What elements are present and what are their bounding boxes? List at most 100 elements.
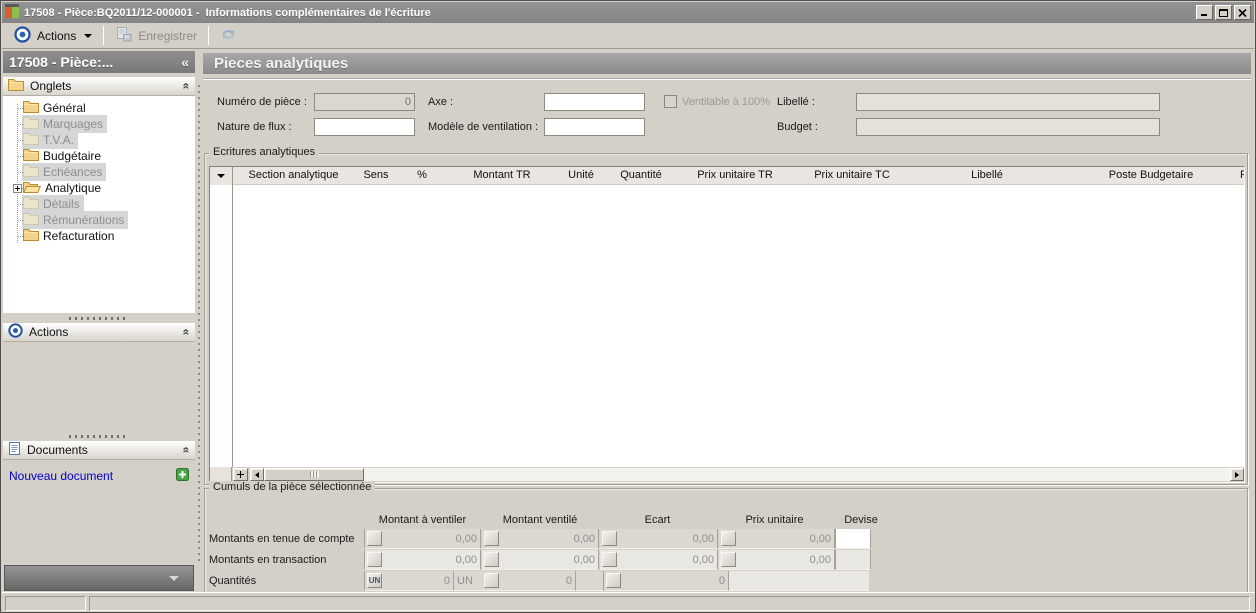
cell-value: 0,00 xyxy=(574,550,595,570)
sidebar-item-general[interactable]: Général xyxy=(3,100,195,116)
actions-menu-button[interactable]: Actions xyxy=(8,24,98,48)
save-icon xyxy=(115,26,132,45)
scroll-left-button[interactable] xyxy=(250,468,264,481)
cell-options-button[interactable] xyxy=(721,531,736,546)
cell-options-button[interactable] xyxy=(602,552,617,567)
cumuls-cell: 0,00 xyxy=(600,529,718,549)
bullseye-icon xyxy=(14,26,31,46)
nature-input[interactable] xyxy=(314,118,415,136)
column-header-prix-unitaire-tc[interactable]: Prix unitaire TC xyxy=(792,167,912,185)
table-selector-button[interactable] xyxy=(210,167,232,185)
cell-options-button[interactable] xyxy=(606,573,621,588)
documents-panel-body: Nouveau document xyxy=(3,467,195,485)
table-gutter-separator xyxy=(232,167,233,467)
toolbar-separator xyxy=(103,26,104,45)
folder-icon xyxy=(23,132,39,148)
budget-input xyxy=(856,118,1160,136)
cumuls-cell: 0,00 xyxy=(364,529,481,549)
toolbar-separator xyxy=(208,26,209,45)
cell-options-button[interactable]: UN xyxy=(367,573,382,588)
cell-options-button[interactable] xyxy=(484,552,499,567)
devise-cell[interactable] xyxy=(835,529,871,549)
collapse-chevron-icon[interactable]: « xyxy=(180,83,194,90)
onglets-tree: GénéralMarquagesT.V.A.BudgétaireEchéance… xyxy=(3,96,195,313)
collapse-chevron-icon[interactable]: « xyxy=(180,447,194,454)
onglets-panel-title: Onglets xyxy=(30,79,177,93)
toolbar: Actions Enregistrer xyxy=(2,23,1254,49)
panel-splitter[interactable] xyxy=(3,315,195,321)
column-header-sens[interactable]: Sens xyxy=(354,167,398,185)
bullseye-icon xyxy=(8,323,23,341)
sidebar-main-splitter[interactable] xyxy=(198,81,200,561)
refresh-button[interactable] xyxy=(214,25,243,47)
column-header-poste-budgetaire[interactable]: Poste Budgetaire xyxy=(1062,167,1240,185)
title-bar: 17508 - Pièce:BQ2011/12-000001 - Informa… xyxy=(2,2,1254,23)
column-header-[interactable]: % xyxy=(398,167,446,185)
column-header-p[interactable]: P xyxy=(1240,167,1244,185)
column-header-montant-tr[interactable]: Montant TR xyxy=(446,167,558,185)
cell-options-button[interactable] xyxy=(602,531,617,546)
ecritures-groupbox: Ecritures analytiques Section analytique… xyxy=(204,153,1248,485)
documents-panel-header[interactable]: Documents « xyxy=(3,441,195,460)
sidebar-collapse-button[interactable]: « xyxy=(181,54,189,70)
cumuls-row-label-montants-en-transaction: Montants en transaction xyxy=(209,550,326,570)
budget-label: Budget : xyxy=(777,119,818,136)
modele-input[interactable] xyxy=(544,118,645,136)
column-header-unite[interactable]: Unité xyxy=(558,167,604,185)
ecritures-group-label: Ecritures analytiques xyxy=(209,146,319,158)
modele-label: Modèle de ventilation : xyxy=(428,119,538,136)
cell-value: 0 xyxy=(719,571,725,591)
horizontal-scrollbar-track[interactable] xyxy=(264,468,1230,481)
collapse-chevron-icon[interactable]: « xyxy=(180,329,194,336)
cumuls-row-label-montants-en-tenue-de-compte: Montants en tenue de compte xyxy=(209,529,355,549)
cell-options-button[interactable] xyxy=(484,573,499,588)
add-document-button[interactable] xyxy=(176,468,189,484)
add-row-button[interactable] xyxy=(233,468,248,481)
collapsed-panel-bar[interactable] xyxy=(4,565,194,591)
sidebar-item-remunerations: Rémunérations xyxy=(3,212,195,228)
cumuls-group-label: Cumuls de la pièce sélectionnée xyxy=(209,481,375,493)
column-header-section-analytique[interactable]: Section analytique xyxy=(233,167,354,185)
actions-panel-header[interactable]: Actions « xyxy=(3,323,195,342)
new-document-link[interactable]: Nouveau document xyxy=(9,469,176,483)
sidebar-item-analytique[interactable]: Analytique xyxy=(3,180,195,196)
scroll-right-button[interactable] xyxy=(1230,468,1244,481)
unit-label: UN xyxy=(457,571,473,591)
actions-panel-title: Actions xyxy=(29,325,177,339)
cumuls-cell: 0,00 xyxy=(719,529,835,549)
cell-options-button[interactable] xyxy=(367,552,382,567)
status-cell-2 xyxy=(89,596,1250,611)
cell-value: 0,00 xyxy=(456,529,477,549)
cumuls-cell: 0,00 xyxy=(482,529,599,549)
horizontal-scrollbar-thumb[interactable] xyxy=(264,468,364,481)
numero-label: Numéro de pièce : xyxy=(217,94,307,111)
column-header-prix-unitaire-tr[interactable]: Prix unitaire TR xyxy=(678,167,792,185)
numero-input xyxy=(314,93,415,111)
cell-options-button[interactable] xyxy=(721,552,736,567)
cumuls-column-header-montant-ventile: Montant ventilé xyxy=(481,514,599,527)
quantites-cell: 0 xyxy=(604,571,729,591)
sidebar-header: 17508 - Pièce:... « xyxy=(3,51,195,73)
cumuls-column-header-montant-a-ventiler: Montant à ventiler xyxy=(364,514,481,527)
maximize-button[interactable] xyxy=(1215,5,1232,20)
axe-input[interactable] xyxy=(544,93,645,111)
sidebar-item-budgetaire[interactable]: Budgétaire xyxy=(3,148,195,164)
sidebar-item-label: T.V.A. xyxy=(43,133,74,147)
panel-splitter[interactable] xyxy=(3,433,195,439)
save-button[interactable]: Enregistrer xyxy=(109,24,203,47)
cell-options-button[interactable] xyxy=(484,531,499,546)
folder-icon xyxy=(23,180,41,196)
sidebar-item-label: Rémunérations xyxy=(43,213,124,227)
onglets-panel-header[interactable]: Onglets « xyxy=(3,77,195,96)
cell-options-button[interactable] xyxy=(367,531,382,546)
ventilable-label: Ventilable à 100% xyxy=(682,94,770,111)
sidebar-item-echeances: Echéances xyxy=(3,164,195,180)
expand-icon[interactable] xyxy=(13,184,22,193)
cumuls-column-header-ecart: Ecart xyxy=(599,514,716,527)
close-button[interactable] xyxy=(1234,5,1251,20)
column-header-quantite[interactable]: Quantité xyxy=(604,167,678,185)
sidebar-item-refacturation[interactable]: Refacturation xyxy=(3,228,195,244)
minimize-button[interactable] xyxy=(1196,5,1213,20)
column-header-libelle[interactable]: Libellé xyxy=(912,167,1062,185)
cell-value: 0 xyxy=(444,571,450,591)
